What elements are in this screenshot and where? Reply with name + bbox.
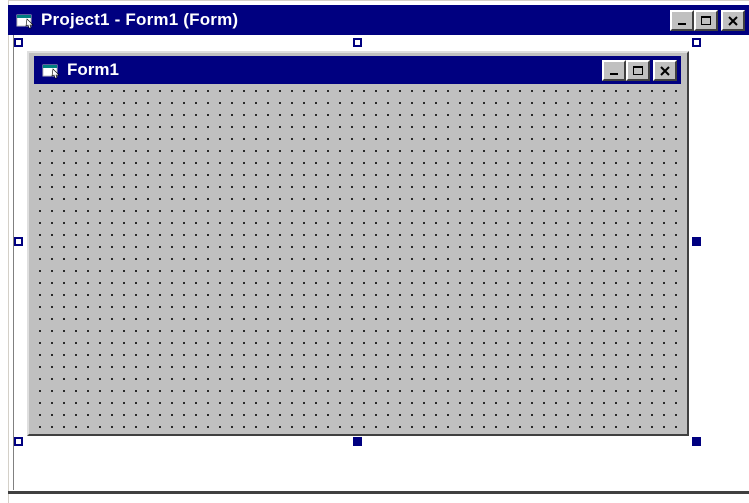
resize-handle-top [353,38,362,47]
form-caption-buttons [602,60,677,81]
close-icon [660,65,670,76]
resize-handle-bottom-left [14,437,23,446]
resize-handle-right[interactable] [692,237,701,246]
designer-titlebar[interactable]: Project1 - Form1 (Form) [8,5,749,35]
form-title: Form1 [67,60,119,79]
maximize-button[interactable] [694,10,718,31]
designer-title: Project1 - Form1 (Form) [41,10,239,29]
form-minimize-button[interactable] [602,60,626,81]
form-titlebar[interactable]: Form1 [34,56,681,84]
minimize-icon [610,72,618,75]
minimize-icon [678,22,686,25]
resize-handle-top-left [14,38,23,47]
form-window[interactable]: Form1 [27,51,689,436]
form-icon [14,9,36,31]
form-icon [40,59,62,81]
minimize-button[interactable] [670,10,694,31]
maximize-icon [701,15,711,25]
window-bottom-border [8,491,749,494]
designer-caption-buttons [670,10,745,31]
form-close-button[interactable] [653,60,677,81]
resize-handle-bottom[interactable] [353,437,362,446]
form-maximize-button[interactable] [626,60,650,81]
maximize-icon [633,65,643,75]
resize-handle-left [14,237,23,246]
close-icon [728,15,738,26]
close-button[interactable] [721,10,745,31]
resize-handle-top-right [692,38,701,47]
form-design-grid[interactable] [34,85,684,430]
resize-handle-bottom-right[interactable] [692,437,701,446]
